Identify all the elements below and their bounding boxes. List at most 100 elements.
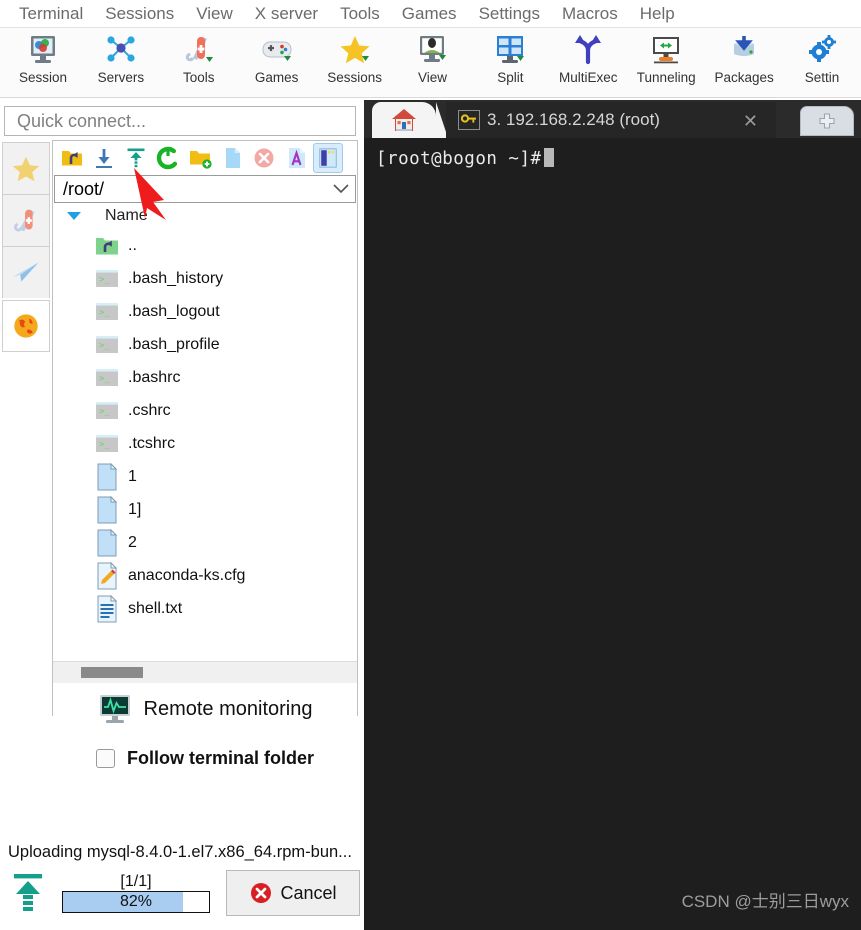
close-icon[interactable]: ✕ [743,111,758,132]
file-row[interactable]: >_ .bash_profile [53,328,357,361]
cancel-button[interactable]: Cancel [226,870,360,916]
tools-icon [181,32,217,68]
terminal-prompt: [root@bogon ~]# [376,149,542,169]
tab-title: 3. 192.168.2.248 (root) [487,110,660,129]
download-button[interactable] [89,143,119,173]
toolbar-button-split[interactable]: Split [471,28,549,96]
follow-terminal-checkbox[interactable] [95,748,115,768]
tunneling-icon [648,32,684,68]
toolbar-button-tunneling[interactable]: Tunneling [627,28,705,96]
watermark: CSDN @士别三日wyx [681,892,849,911]
plain-file-icon [95,528,119,557]
script-file-icon: >_ [95,269,119,288]
new-file-button[interactable] [217,143,247,173]
toolbar-label-sessions: Sessions [327,70,382,85]
follow-terminal-label: Follow terminal folder [126,747,314,768]
toolbar-button-view[interactable]: View [394,28,472,96]
file-name: .. [128,236,137,254]
delete-button[interactable] [249,143,279,173]
file-row[interactable]: anaconda-ks.cfg [53,559,357,592]
menu-item-x-server[interactable]: X server [244,1,329,27]
new-file-icon [220,146,244,170]
quick-connect-placeholder: Quick connect... [17,110,147,131]
toolbar-button-tools[interactable]: Tools [160,28,238,96]
packages-icon [726,32,762,68]
menu-item-settings[interactable]: Settings [468,1,551,27]
toolbar-label-view: View [417,70,447,85]
rail-button-send[interactable] [2,246,50,298]
file-row[interactable]: >_ .tcshrc [53,427,357,460]
file-row[interactable]: 1] [53,493,357,526]
file-row-parent[interactable]: .. [53,229,357,262]
svg-text:>_: >_ [99,440,110,450]
tab-session-active[interactable]: 3. 192.168.2.248 (root) ✕ [446,102,776,138]
toolbar-button-packages[interactable]: Packages [705,28,783,96]
new-tab-button[interactable] [800,106,854,136]
rail-button-globe[interactable] [2,300,50,352]
toolbar-label-tools: Tools [183,70,215,85]
cancel-icon [249,881,273,905]
path-bar[interactable]: /root/ [54,175,356,203]
file-row[interactable]: >_ .bash_logout [53,295,357,328]
toggle-panel-button[interactable] [313,143,343,173]
rail-button-tools[interactable] [2,194,50,246]
new-folder-button[interactable] [185,143,215,173]
file-row[interactable]: >_ .bash_history [53,262,357,295]
upload-button[interactable] [121,143,151,173]
sort-descending-icon[interactable] [67,212,81,220]
svg-text:>_: >_ [99,341,110,351]
rail-button-favorites[interactable] [2,142,50,194]
tools-knife-icon [9,204,43,238]
text-mode-button[interactable] [281,143,311,173]
file-list[interactable]: .. >_ .bash_history >_ .bash_logout >_ .… [53,229,357,661]
text-mode-icon [284,146,308,170]
tab-home[interactable] [372,102,448,138]
svg-text:>_: >_ [99,275,110,285]
settings-icon [804,32,840,68]
terminal-cursor [543,148,554,167]
tab-bar: 3. 192.168.2.248 (root) ✕ [364,100,861,138]
file-row[interactable]: >_ .cshrc [53,394,357,427]
toolbar-button-multiexec[interactable]: MultiExec [549,28,627,96]
menu-item-games[interactable]: Games [391,1,468,27]
progress-bar: 82% [62,891,210,913]
home-icon [391,107,417,133]
menu-item-terminal[interactable]: Terminal [8,1,94,27]
servers-icon [103,32,139,68]
terminal-output[interactable]: [root@bogon ~]# CSDN @士别三日wyx [364,138,861,930]
menu-item-tools[interactable]: Tools [329,1,391,27]
favorites-star-icon [9,152,43,186]
chevron-down-icon[interactable] [333,184,349,194]
sessions-star-icon [337,32,373,68]
file-row[interactable]: >_ .bashrc [53,361,357,394]
horizontal-scrollbar[interactable] [53,661,357,683]
menu-item-help[interactable]: Help [629,1,686,27]
column-header-name[interactable]: Name [105,207,148,225]
delete-icon [252,146,276,170]
toolbar-button-games[interactable]: Games [238,28,316,96]
follow-terminal-folder-row[interactable]: Follow terminal folder [53,735,357,781]
toolbar-button-settings[interactable]: Settin [783,28,861,96]
quick-connect-input[interactable]: Quick connect... [4,106,356,136]
menu-bar: Terminal Sessions View X server Tools Ga… [0,0,861,28]
file-row[interactable]: 1 [53,460,357,493]
file-row[interactable]: 2 [53,526,357,559]
file-name: .bash_history [128,269,224,287]
parent-folder-icon [60,146,84,170]
svg-text:>_: >_ [99,407,110,417]
menu-item-sessions[interactable]: Sessions [94,1,185,27]
parent-folder-button[interactable] [57,143,87,173]
scrollbar-thumb[interactable] [81,667,143,678]
toolbar-button-session[interactable]: Session [4,28,82,96]
menu-item-macros[interactable]: Macros [551,1,629,27]
refresh-button[interactable] [153,143,183,173]
menu-item-view[interactable]: View [185,1,244,27]
remote-monitoring-section[interactable]: Remote monitoring [53,683,357,735]
file-row[interactable]: shell.txt [53,592,357,625]
toolbar-label-session: Session [18,70,67,85]
toolbar-button-servers[interactable]: Servers [82,28,160,96]
toolbar-button-sessions-star[interactable]: Sessions [316,28,394,96]
plus-icon [818,112,836,130]
toolbar-label-multiexec: MultiExec [559,70,618,85]
upload-arrow-icon [8,870,48,916]
